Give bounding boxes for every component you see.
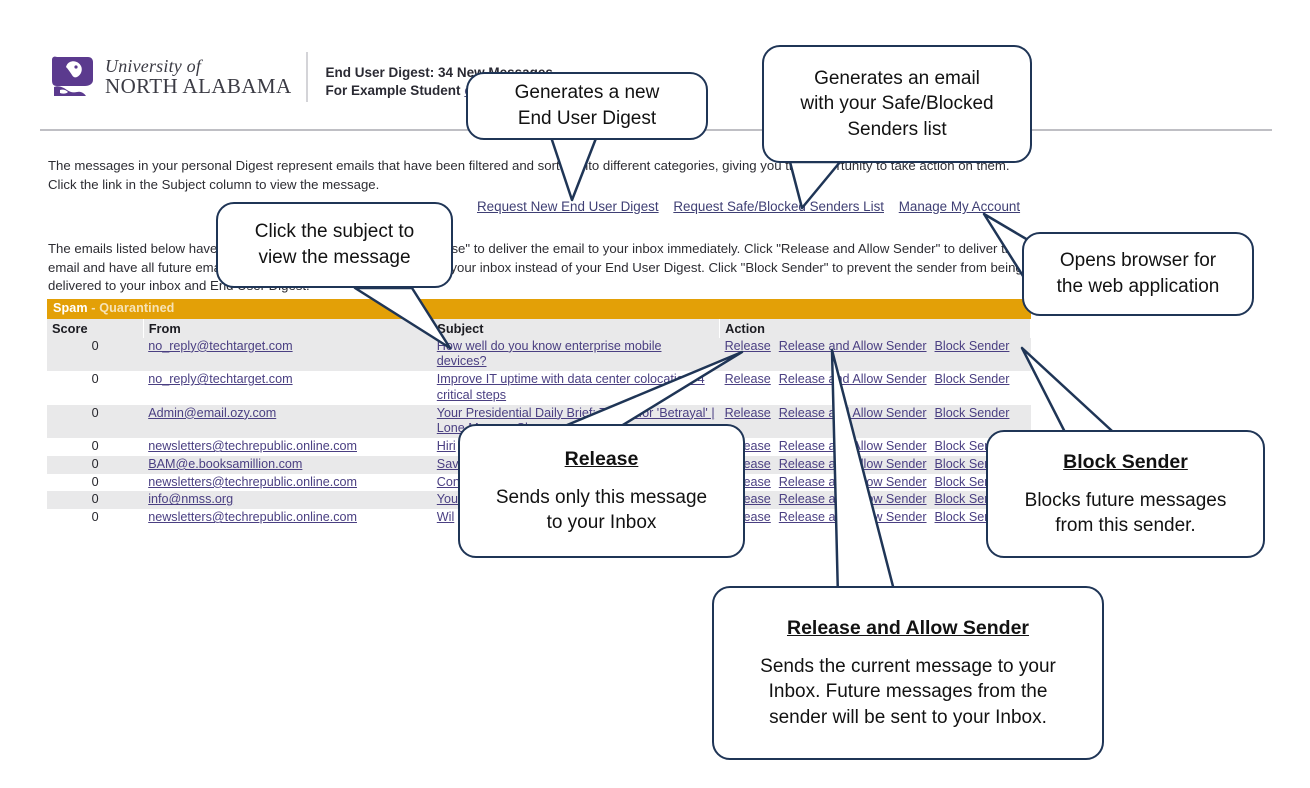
cell-score: 0: [47, 404, 144, 439]
sender-link[interactable]: info@nmss.org: [148, 492, 233, 506]
block-sender-link[interactable]: Block Sender: [935, 339, 1010, 353]
table-band-row: Spam - Quarantined: [47, 299, 1031, 319]
cell-score: 0: [47, 473, 144, 492]
subject-link[interactable]: Wil: [437, 510, 454, 524]
request-new-end-user-digest-link[interactable]: Request New End User Digest: [477, 199, 659, 214]
release-and-allow-sender-link[interactable]: Release and Allow Sender: [779, 475, 927, 489]
cell-score: 0: [47, 455, 144, 474]
callout-title: Block Sender: [1063, 451, 1188, 474]
callout-title: Release: [564, 448, 639, 471]
release-and-allow-sender-link[interactable]: Release and Allow Sender: [779, 457, 927, 471]
callout-line: the web application: [1056, 276, 1220, 297]
sender-link[interactable]: BAM@e.booksamillion.com: [148, 457, 302, 471]
column-header-subject: Subject: [431, 318, 721, 338]
callout-line: Sends only this message: [495, 486, 708, 508]
callout-click-subject-to-view: Click the subject to view the message: [216, 202, 453, 288]
band-title-suffix: - Quarantined: [87, 301, 175, 315]
release-and-allow-sender-link[interactable]: Release and Allow Sender: [779, 372, 927, 386]
callout-title: Release and Allow Sender: [786, 617, 1030, 640]
university-logo: University of NORTH ALABAMA: [48, 52, 308, 102]
release-and-allow-sender-link[interactable]: Release and Allow Sender: [779, 439, 927, 453]
block-sender-link[interactable]: Block Sender: [935, 406, 1010, 420]
callout-generates-senders-list-email: Generates an email with your Safe/Blocke…: [762, 45, 1032, 163]
sender-link[interactable]: newsletters@techrepublic.online.com: [148, 439, 357, 453]
callout-body: Click the subject to view the message: [241, 219, 428, 270]
release-link[interactable]: Release: [725, 372, 771, 386]
release-and-allow-sender-link[interactable]: Release and Allow Sender: [779, 406, 927, 420]
column-header-action: Action: [719, 318, 1031, 338]
request-safe-blocked-senders-list-link[interactable]: Request Safe/Blocked Senders List: [673, 199, 884, 214]
block-sender-link[interactable]: Block Sender: [935, 372, 1010, 386]
sender-link[interactable]: newsletters@techrepublic.online.com: [148, 475, 357, 489]
callout-body: Generates an email with your Safe/Blocke…: [786, 66, 1007, 143]
callout-body: Sends only this message to your Inbox: [482, 485, 721, 536]
cell-score: 0: [47, 509, 144, 527]
band-title-main: Spam: [53, 301, 88, 315]
callout-line: Generates an email: [814, 67, 980, 89]
callout-block-sender: Block Sender Blocks future messages from…: [986, 430, 1265, 558]
callout-body: Opens browser for the web application: [1043, 248, 1234, 299]
sender-link[interactable]: newsletters@techrepublic.online.com: [148, 510, 357, 524]
subject-link[interactable]: Improve IT uptime with data center coloc…: [437, 372, 705, 402]
subject-link[interactable]: You: [437, 492, 458, 506]
callout-opens-browser-web-application: Opens browser for the web application: [1022, 232, 1254, 316]
callout-line: sender will be sent to your Inbox.: [769, 706, 1047, 728]
table-header-row: Score From Subject Action: [47, 318, 1031, 338]
cell-score: 0: [47, 491, 144, 510]
sender-link[interactable]: Admin@email.ozy.com: [148, 406, 276, 420]
subject-link[interactable]: Sav: [437, 457, 459, 471]
callout-body: Sends the current message to your Inbox.…: [746, 654, 1070, 731]
cell-score: 0: [47, 438, 144, 456]
logo-line-1: University of: [105, 56, 202, 76]
logo-line-2: NORTH ALABAMA: [105, 74, 292, 98]
release-and-allow-sender-link[interactable]: Release and Allow Sender: [779, 510, 927, 524]
release-link[interactable]: Release: [725, 406, 771, 420]
callout-line: from this sender.: [1055, 515, 1196, 537]
spam-quarantined-band: Spam - Quarantined: [47, 299, 1031, 319]
subject-link[interactable]: How well do you know enterprise mobile d…: [437, 339, 662, 369]
digest-action-links: Request New End User Digest Request Safe…: [477, 199, 1020, 214]
callout-line: Opens browser for: [1059, 250, 1217, 272]
university-wordmark: University of NORTH ALABAMA: [105, 57, 292, 97]
callout-line: view the message: [258, 247, 411, 268]
callout-body: Blocks future messages from this sender.: [1011, 488, 1241, 539]
sender-link[interactable]: no_reply@techtarget.com: [148, 339, 292, 353]
sender-link[interactable]: no_reply@techtarget.com: [148, 372, 292, 386]
callout-line: with your Safe/Blocked: [800, 93, 994, 115]
cell-score: 0: [47, 337, 144, 372]
callout-line: Senders list: [847, 118, 947, 140]
release-link[interactable]: Release: [725, 339, 771, 353]
release-and-allow-sender-link[interactable]: Release and Allow Sender: [779, 339, 927, 353]
callout-line: Click the subject to: [254, 221, 415, 243]
callout-generates-new-digest: Generates a new End User Digest: [466, 72, 708, 140]
intro-paragraph-2: The emails listed below have been placed…: [48, 241, 1023, 294]
table-row: 0 no_reply@techtarget.com Improve IT upt…: [47, 371, 1031, 405]
callout-body: Generates a new End User Digest: [501, 80, 674, 131]
callout-line: Inbox. Future messages from the: [768, 681, 1048, 703]
cell-score: 0: [47, 371, 144, 405]
lion-mascot-icon: [52, 56, 93, 96]
release-and-allow-sender-link[interactable]: Release and Allow Sender: [779, 492, 927, 506]
column-header-score: Score: [47, 318, 144, 338]
table-row: 0 no_reply@techtarget.com How well do yo…: [47, 337, 1031, 372]
callout-line: End User Digest: [517, 108, 657, 129]
digest-recipient-label: For Example Student: [325, 83, 465, 99]
column-header-from: From: [143, 318, 433, 338]
subject-link[interactable]: Hiri: [437, 439, 456, 453]
callout-line: to your Inbox: [546, 512, 657, 534]
callout-release: Release Sends only this message to your …: [458, 424, 745, 558]
callout-line: Sends the current message to your: [760, 655, 1056, 677]
callout-release-and-allow-sender: Release and Allow Sender Sends the curre…: [712, 586, 1104, 760]
callout-line: Blocks future messages: [1024, 489, 1227, 511]
manage-my-account-link[interactable]: Manage My Account: [899, 199, 1020, 214]
callout-line: Generates a new: [514, 82, 660, 104]
